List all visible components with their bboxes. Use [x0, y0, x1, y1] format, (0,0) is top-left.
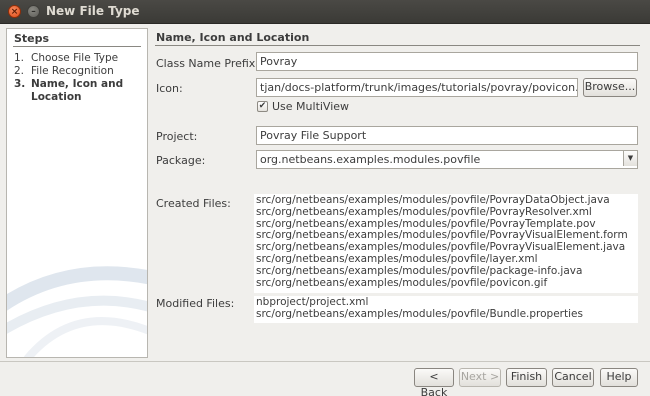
step-number: 2.	[14, 65, 25, 77]
help-button[interactable]: Help	[600, 368, 638, 387]
package-combobox[interactable]: org.netbeans.examples.modules.povfile ▼	[256, 150, 638, 169]
title-divider	[155, 45, 640, 46]
step-label: Name, Icon and Location	[31, 78, 124, 103]
window-titlebar[interactable]: × – New File Type	[0, 0, 650, 24]
close-icon[interactable]: ×	[8, 5, 21, 18]
checkmark-icon[interactable]: ✔	[257, 101, 268, 112]
cancel-button[interactable]: Cancel	[552, 368, 594, 387]
list-item: src/org/netbeans/examples/modules/povfil…	[256, 264, 583, 277]
list-item: src/org/netbeans/examples/modules/povfil…	[256, 252, 538, 265]
icon-path-input[interactable]: tjan/docs-platform/trunk/images/tutorial…	[256, 78, 578, 97]
modified-files-label: Modified Files:	[156, 297, 235, 310]
created-files-label: Created Files:	[156, 197, 231, 210]
step-item: 1. Choose File Type	[14, 52, 131, 65]
use-multiview-label: Use MultiView	[272, 100, 350, 113]
step-number: 1.	[14, 52, 25, 64]
package-label: Package:	[156, 154, 206, 167]
minimize-icon[interactable]: –	[27, 5, 40, 18]
main-panel: Name, Icon and Location Class Name Prefi…	[155, 28, 643, 358]
list-item: src/org/netbeans/examples/modules/povfil…	[256, 307, 583, 320]
browse-button[interactable]: Browse...	[583, 78, 637, 97]
window-title: New File Type	[46, 4, 140, 18]
class-name-prefix-label: Class Name Prefix:	[156, 57, 260, 70]
dropdown-arrow-icon[interactable]: ▼	[623, 151, 637, 166]
page-title: Name, Icon and Location	[156, 31, 310, 44]
steps-list: 1. Choose File Type 2. File Recognition 3.…	[14, 52, 131, 104]
step-item: 2. File Recognition	[14, 65, 131, 78]
icon-label: Icon:	[156, 82, 183, 95]
step-label: File Recognition	[31, 65, 114, 77]
step-number: 3.	[14, 78, 26, 90]
modified-files-list: nbproject/project.xml src/org/netbeans/e…	[254, 296, 638, 323]
list-item: src/org/netbeans/examples/modules/povfil…	[256, 205, 592, 218]
project-label: Project:	[156, 130, 198, 143]
step-item-current: 3. Name, Icon and Location	[14, 78, 131, 104]
project-field[interactable]: Povray File Support	[256, 126, 638, 145]
steps-title: Steps	[14, 32, 50, 45]
decorative-swoosh	[7, 266, 147, 357]
use-multiview-checkbox[interactable]: ✔ Use MultiView	[257, 100, 349, 113]
next-button[interactable]: Next >	[459, 368, 501, 387]
created-files-list: src/org/netbeans/examples/modules/povfil…	[254, 194, 638, 293]
step-label: Choose File Type	[31, 52, 119, 64]
steps-divider	[13, 46, 141, 47]
steps-panel: Steps 1. Choose File Type 2. File Recognit…	[6, 28, 148, 358]
back-button[interactable]: < Back	[414, 368, 454, 396]
list-item: src/org/netbeans/examples/modules/povfil…	[256, 276, 548, 289]
class-name-prefix-input[interactable]: Povray	[256, 52, 638, 71]
package-value: org.netbeans.examples.modules.povfile	[260, 153, 481, 166]
finish-button[interactable]: Finish	[506, 368, 547, 387]
footer-divider	[0, 361, 650, 362]
